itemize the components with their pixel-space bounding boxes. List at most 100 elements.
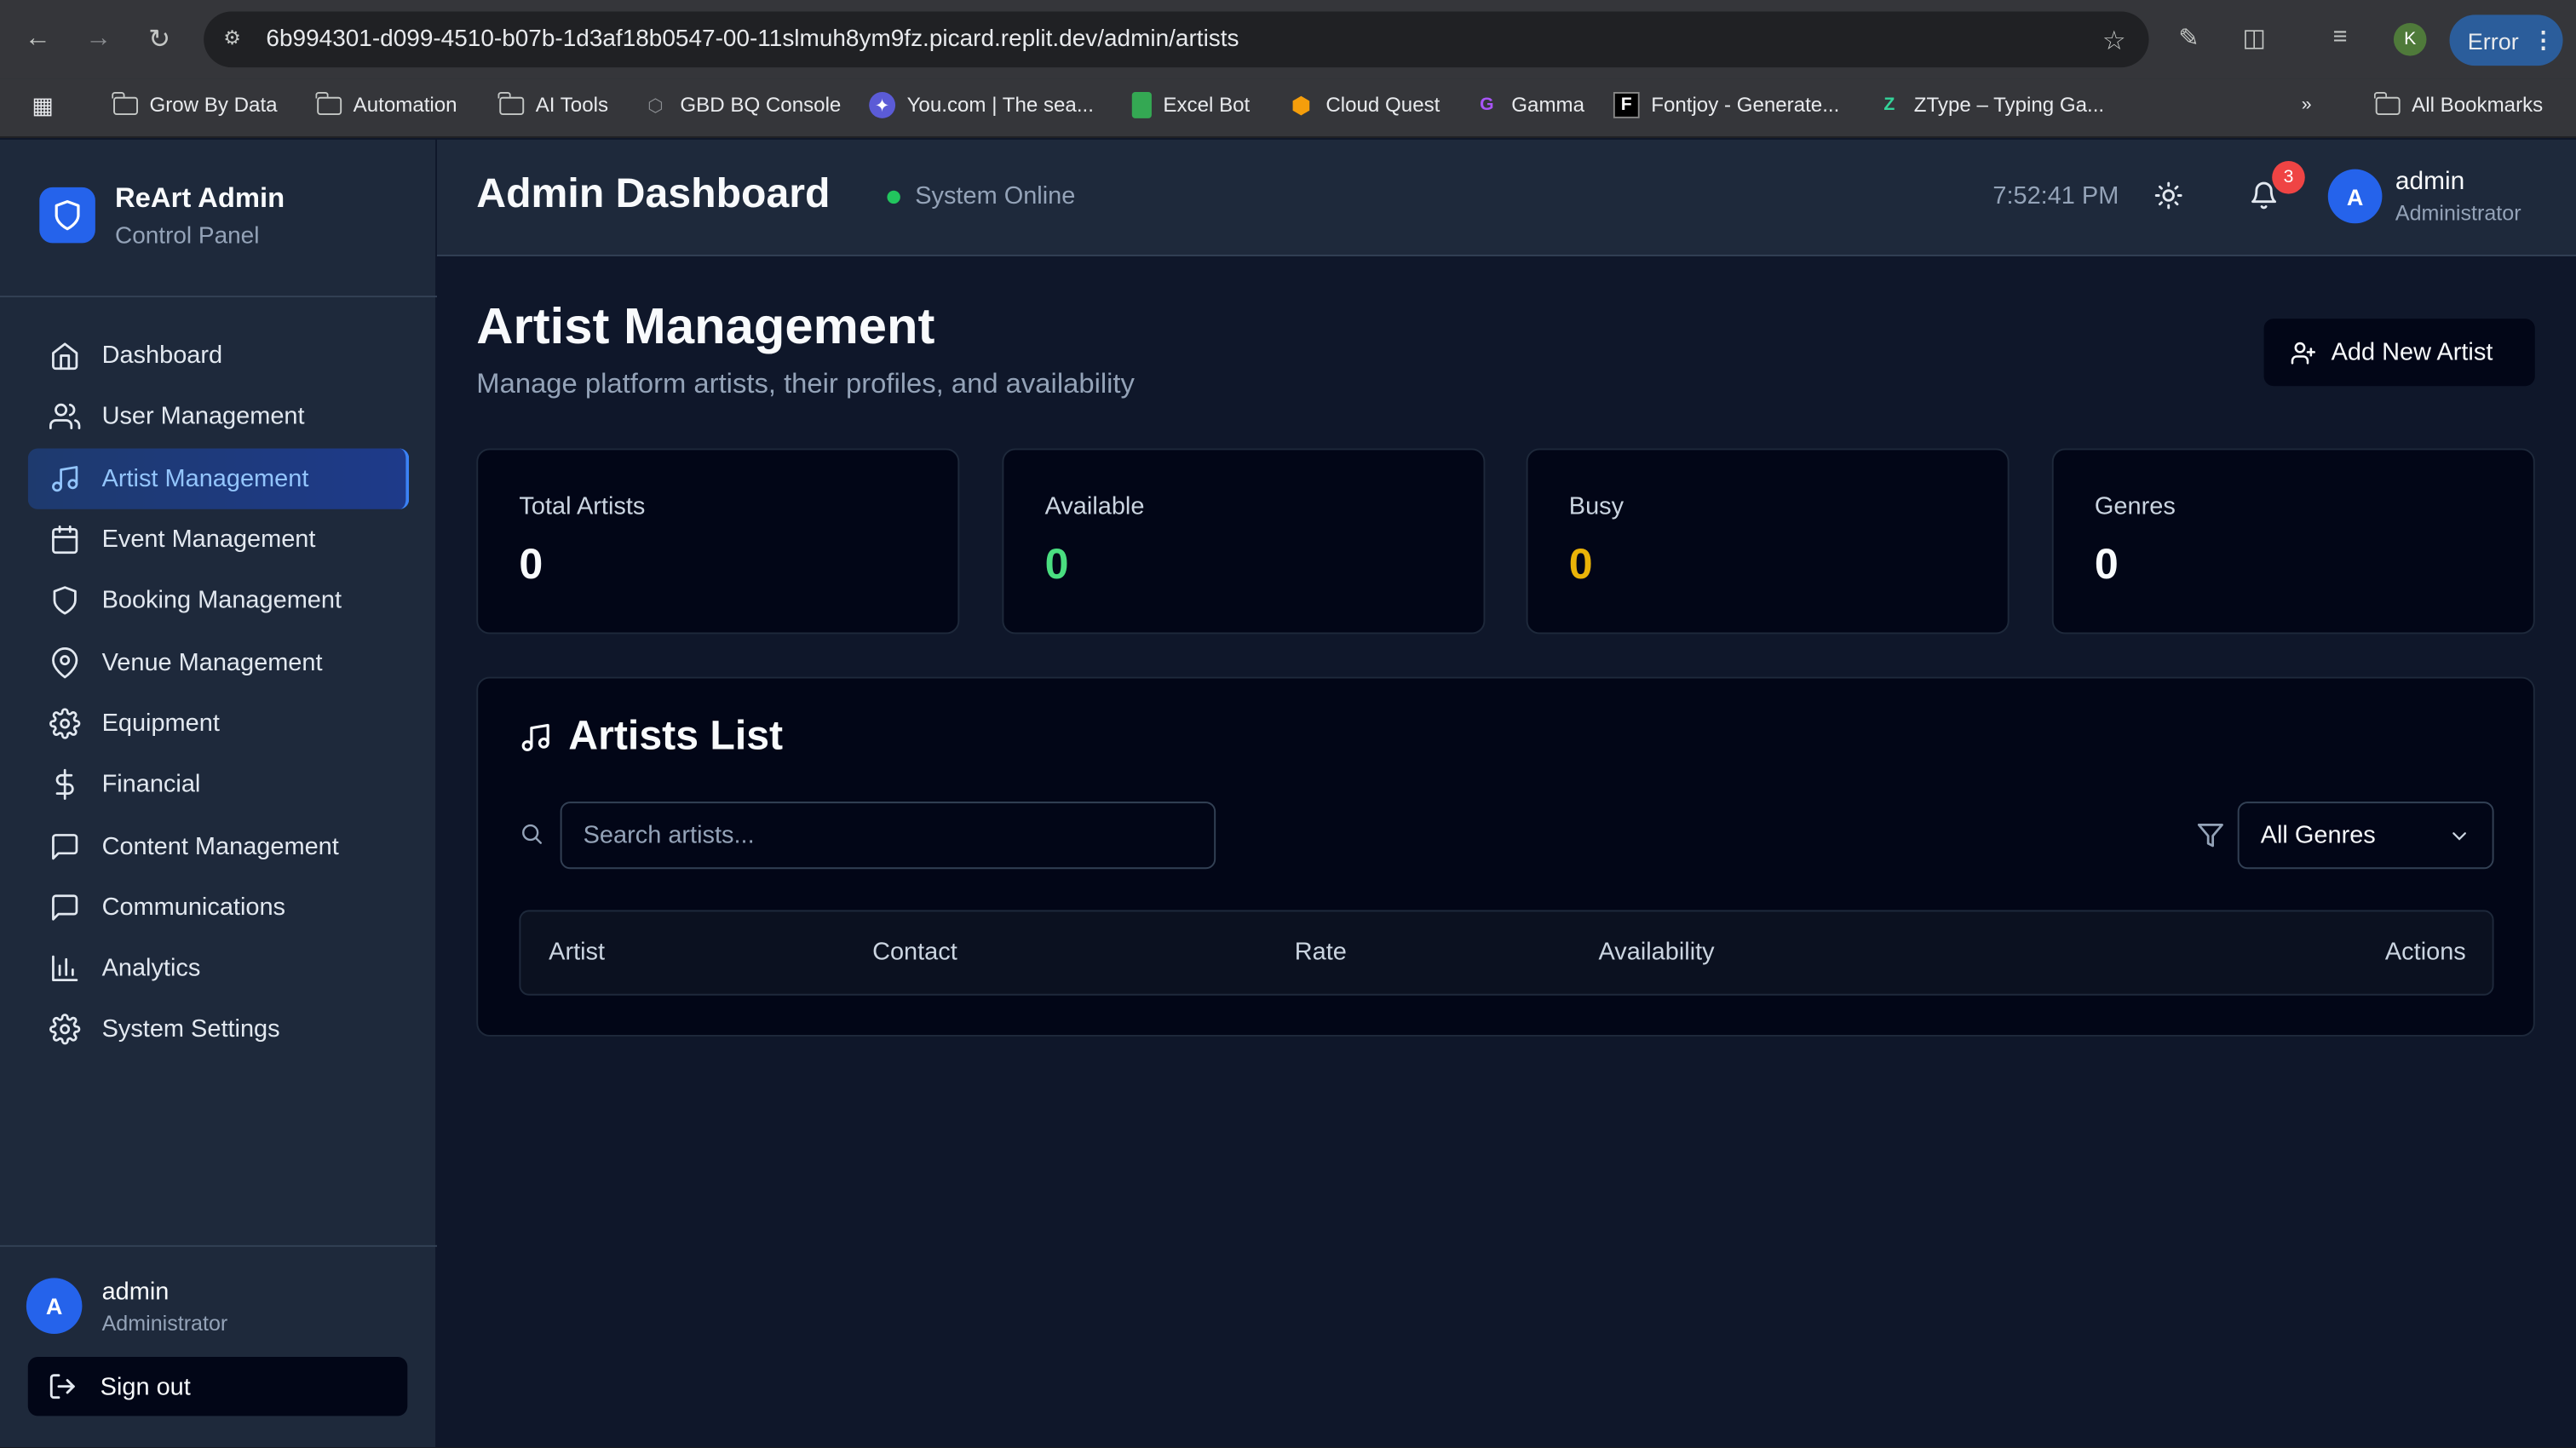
column-header-availability[interactable]: Availability: [1598, 938, 1714, 966]
brand-subtitle: Control Panel: [114, 223, 260, 250]
bookmarks-bar: ▦ Grow By Data Automation AI Tools ⬡ GBD …: [0, 78, 2576, 138]
cube-icon: ⬢: [1291, 91, 1312, 118]
sidebar-item-equipment[interactable]: Equipment: [28, 692, 409, 754]
stat-card-genres: Genres 0: [2051, 448, 2535, 635]
status-dot-icon: [887, 189, 900, 204]
sidebar-item-financial[interactable]: Financial: [28, 754, 409, 815]
calendar-icon: [48, 523, 81, 556]
page-title: Artist Management: [476, 297, 935, 355]
media-control-icon[interactable]: ≡: [2333, 23, 2348, 51]
app-root: ReArt Admin Control Panel Dashboard User …: [0, 139, 2576, 1448]
stat-label: Available: [1044, 492, 1145, 521]
bookmark-label: You.com | The sea...: [906, 93, 1094, 117]
dollar-icon: [48, 768, 81, 802]
sidebar-item-event-management[interactable]: Event Management: [28, 509, 409, 571]
avatar[interactable]: A: [26, 1278, 83, 1334]
user-plus-icon: [2290, 339, 2316, 365]
reload-icon[interactable]: ↻: [140, 20, 179, 59]
bookmark-star-icon[interactable]: ☆: [2102, 25, 2126, 58]
users-icon: [48, 400, 81, 434]
bookmark-youcom[interactable]: ✦ You.com | The sea...: [869, 91, 1094, 118]
extensions-icon[interactable]: ◫: [2242, 23, 2265, 53]
column-header-contact[interactable]: Contact: [872, 938, 957, 966]
brand-title: ReArt Admin: [114, 182, 285, 214]
sidebar-item-label: Content Management: [101, 831, 339, 860]
user-role: Administrator: [101, 1310, 228, 1336]
column-header-artist[interactable]: Artist: [549, 938, 605, 966]
sidebar-item-artist-management[interactable]: Artist Management: [27, 447, 410, 509]
gamma-icon: G: [1480, 95, 1494, 115]
log-out-icon: [48, 1371, 78, 1401]
message-icon: [48, 830, 81, 863]
stat-value: 0: [1568, 538, 1593, 589]
gear-icon: [48, 707, 81, 740]
address-bar[interactable]: ⚙ 6b994301-d099-4510-b07b-1d3af18b0547-0…: [204, 11, 2149, 68]
stat-label: Genres: [2094, 492, 2176, 521]
error-button[interactable]: Error ⋮: [2449, 14, 2563, 66]
eyedropper-icon[interactable]: ✎: [2178, 23, 2199, 53]
profile-avatar[interactable]: K: [2393, 22, 2427, 56]
sidebar-item-user-management[interactable]: User Management: [28, 387, 409, 448]
add-new-artist-button[interactable]: Add New Artist: [2263, 319, 2535, 387]
folder-icon: [497, 91, 524, 118]
sidebar-item-dashboard[interactable]: Dashboard: [28, 325, 409, 387]
bookmark-label: AI Tools: [535, 93, 609, 117]
stat-label: Busy: [1568, 492, 1624, 521]
bigquery-icon: ⬡: [647, 95, 664, 116]
back-icon[interactable]: ←: [18, 20, 57, 59]
sidebar-item-system-settings[interactable]: System Settings: [28, 999, 409, 1060]
bookmark-excel-bot[interactable]: Excel Bot: [1131, 91, 1250, 118]
bookmark-label: Gamma: [1511, 93, 1585, 117]
more-bookmarks-icon[interactable]: »: [2293, 92, 2331, 118]
shield-logo-icon: [39, 187, 95, 244]
bookmark-fontjoy[interactable]: F Fontjoy - Generate...: [1613, 91, 1840, 118]
bookmark-grow-by-data[interactable]: Grow By Data: [112, 91, 278, 118]
clock: 7:52:41 PM: [1992, 182, 2119, 210]
bookmark-cloud-quest[interactable]: ⬢ Cloud Quest: [1288, 91, 1440, 118]
bookmark-ztype[interactable]: Z ZType – Typing Ga...: [1876, 92, 2104, 118]
sidebar-item-content-management[interactable]: Content Management: [28, 815, 409, 876]
browser-toolbar: ← → ↻ ⚙ 6b994301-d099-4510-b07b-1d3af18b…: [0, 0, 2576, 79]
bar-chart-icon: [48, 952, 81, 985]
artists-list-card: Artists List All Genres Artist Contact R…: [476, 676, 2535, 1037]
sidebar-item-communications[interactable]: Communications: [28, 876, 409, 938]
stat-value: 0: [2094, 538, 2119, 589]
genre-select-value: All Genres: [2260, 821, 2376, 850]
home-icon: [48, 340, 81, 373]
bookmark-gbd-bq-console[interactable]: ⬡ GBD BQ Console: [642, 92, 841, 118]
stat-card-total-artists: Total Artists 0: [476, 448, 960, 635]
sidebar-item-label: Analytics: [101, 954, 201, 983]
bookmark-label: All Bookmarks: [2412, 93, 2544, 117]
folder-icon: [2373, 91, 2401, 118]
apps-icon[interactable]: ▦: [30, 91, 67, 118]
genre-select[interactable]: All Genres: [2237, 802, 2494, 870]
search-input[interactable]: [560, 802, 1216, 870]
stat-value: 0: [519, 538, 543, 589]
column-header-actions[interactable]: Actions: [2385, 938, 2466, 966]
sidebar-item-label: Event Management: [101, 526, 316, 554]
column-header-rate[interactable]: Rate: [1295, 938, 1347, 966]
all-bookmarks[interactable]: All Bookmarks: [2373, 91, 2544, 118]
bookmark-ai-tools[interactable]: AI Tools: [497, 91, 609, 118]
header-user-role: Administrator: [2395, 200, 2521, 226]
sidebar-item-venue-management[interactable]: Venue Management: [28, 632, 409, 693]
forward-icon[interactable]: →: [79, 20, 118, 59]
sidebar-nav: Dashboard User Management Artist Managemen…: [27, 325, 410, 1060]
sidebar-item-analytics[interactable]: Analytics: [28, 938, 409, 999]
map-pin-icon: [48, 646, 81, 679]
site-settings-icon[interactable]: ⚙: [223, 26, 250, 53]
sidebar-item-label: Dashboard: [101, 342, 223, 371]
bookmark-label: Cloud Quest: [1325, 93, 1440, 117]
sidebar-item-booking-management[interactable]: Booking Management: [28, 571, 409, 632]
artists-table: Artist Contact Rate Availability Actions: [519, 910, 2494, 996]
artists-list-title-text: Artists List: [568, 712, 784, 759]
sign-out-button[interactable]: Sign out: [27, 1356, 408, 1416]
avatar[interactable]: A: [2327, 169, 2383, 224]
top-header: Admin Dashboard System Online 7:52:41 PM…: [436, 139, 2576, 256]
sidebar-item-label: Booking Management: [101, 587, 342, 615]
theme-toggle-sun-icon[interactable]: [2153, 181, 2183, 210]
bookmark-automation[interactable]: Automation: [315, 91, 457, 118]
bookmark-gamma[interactable]: G Gamma: [1474, 92, 1584, 118]
bookmark-label: Fontjoy - Generate...: [1651, 93, 1840, 117]
stat-card-available: Available 0: [1002, 448, 1486, 635]
